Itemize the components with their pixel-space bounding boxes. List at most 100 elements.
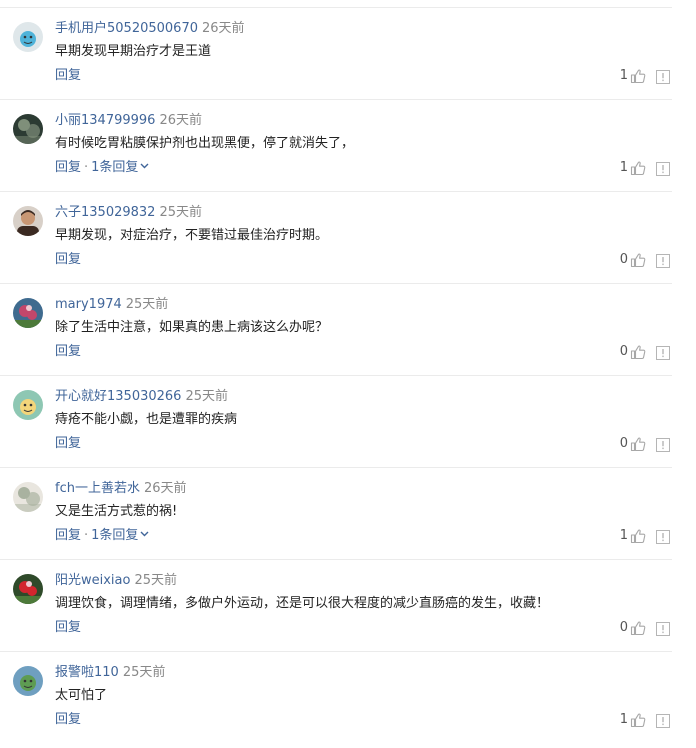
view-replies-button[interactable]: 1条回复 — [91, 160, 149, 175]
like-button[interactable]: 1 — [620, 527, 646, 545]
comment-username[interactable]: 开心就好135030266 — [55, 389, 181, 404]
comment-username[interactable]: fch一上善若水 — [55, 481, 140, 496]
comment-item: fch一上善若水 26天前 又是生活方式惹的祸! 回复 · 1条回复 1 — [0, 468, 672, 560]
comment-item: 六子135029832 25天前早期发现，对症治疗，不要错过最佳治疗时期。 回复 0 — [0, 192, 672, 284]
comment-meta: mary1974 25天前 — [55, 296, 168, 314]
comment-time: 26天前 — [201, 21, 245, 36]
chevron-down-icon[interactable] — [138, 160, 149, 175]
comment-meta: 手机用户50520500670 26天前 — [55, 20, 245, 38]
comment-time: 26天前 — [159, 113, 202, 128]
comment-username[interactable]: 阳光weixiao — [55, 573, 130, 588]
reply-button[interactable]: 回复 — [55, 528, 81, 543]
comment-username[interactable]: mary1974 — [55, 297, 122, 312]
report-icon[interactable] — [656, 621, 670, 636]
comment-actions: 回复 — [55, 251, 81, 269]
report-icon[interactable] — [656, 345, 670, 360]
comment-username[interactable]: 六子135029832 — [55, 205, 155, 220]
comment-time: 26天前 — [143, 481, 187, 496]
comment-actions: 回复 · 1条回复 — [55, 159, 149, 177]
report-icon[interactable] — [656, 161, 670, 176]
thumbs-up-icon[interactable] — [630, 528, 646, 544]
comment-actions: 回复 — [55, 711, 81, 729]
chevron-down-icon[interactable] — [138, 528, 149, 543]
comment-meta: 六子135029832 25天前 — [55, 204, 202, 222]
avatar-flower-icon[interactable] — [13, 574, 43, 604]
comment-time: 25天前 — [134, 573, 178, 588]
comment-time: 25天前 — [185, 389, 228, 404]
like-count: 1 — [619, 528, 628, 543]
avatar-photo-icon[interactable] — [13, 482, 43, 512]
comment-username[interactable]: 小丽134799996 — [55, 113, 155, 128]
comment-actions: 回复 — [55, 435, 81, 453]
comment-list: 手机用户50520500670 26天前 早期发现早期治疗才是王道 回复 1 小丽1347… — [0, 8, 672, 743]
comment-item: 报警啦110 25天前 太可怕了 回复 1 — [0, 652, 672, 743]
avatar-photo-icon[interactable] — [13, 114, 43, 144]
comment-text: 早期发现，对症治疗，不要错过最佳治疗时期。 — [55, 228, 329, 243]
comment-meta: 阳光weixiao 25天前 — [55, 572, 177, 590]
comment-meta: fch一上善若水 26天前 — [55, 480, 187, 498]
reply-count[interactable]: 1条回复 — [91, 160, 138, 175]
reply-button[interactable]: 回复 — [55, 344, 81, 359]
comment-time: 25天前 — [122, 665, 166, 680]
comment-actions: 回复 — [55, 67, 81, 85]
thumbs-up-icon[interactable] — [630, 160, 646, 176]
comment-item: 阳光weixiao 25天前调理饮食，调理情绪，多做户外运动，还是可以很大程度的减… — [0, 560, 672, 652]
avatar-person-icon[interactable] — [13, 206, 43, 236]
like-count: 0 — [619, 344, 628, 359]
comment-text: 早期发现早期治疗才是王道 — [55, 44, 212, 59]
like-button[interactable]: 0 — [620, 435, 646, 453]
like-button[interactable]: 1 — [620, 711, 646, 729]
like-count: 1 — [619, 160, 628, 175]
comment-username[interactable]: 手机用户50520500670 — [55, 21, 198, 36]
thumbs-up-icon[interactable] — [630, 252, 646, 268]
comment-text: 有时候吃胃粘膜保护剂也出现黑便，停了就消失了， — [55, 136, 355, 151]
thumbs-up-icon[interactable] — [630, 712, 646, 728]
comment-item: 开心就好135030266 25天前痔疮不能小觑，也是遭罪的疾病 回复 0 — [0, 376, 672, 468]
thumbs-up-icon[interactable] — [630, 68, 646, 84]
view-replies-button[interactable]: 1条回复 — [91, 528, 149, 543]
separator: · — [84, 528, 89, 543]
comment-meta: 开心就好135030266 25天前 — [55, 388, 228, 406]
comment-username[interactable]: 报警啦110 — [55, 665, 119, 680]
reply-button[interactable]: 回复 — [55, 436, 81, 451]
comment-text: 又是生活方式惹的祸! — [55, 504, 178, 519]
thumbs-up-icon[interactable] — [630, 344, 646, 360]
report-icon[interactable] — [656, 69, 670, 84]
avatar-cartoon-icon[interactable] — [13, 666, 43, 696]
comment-text: 痔疮不能小觑，也是遭罪的疾病 — [55, 412, 238, 427]
report-icon[interactable] — [656, 529, 670, 544]
reply-count[interactable]: 1条回复 — [91, 528, 138, 543]
like-count: 0 — [619, 620, 628, 635]
report-icon[interactable] — [656, 713, 670, 728]
reply-button[interactable]: 回复 — [55, 68, 81, 83]
comment-item: mary1974 25天前 除了生活中注意，如果真的患上病该这么办呢？ 回复 0 — [0, 284, 672, 376]
reply-button[interactable]: 回复 — [55, 252, 81, 267]
comment-time: 25天前 — [125, 297, 169, 312]
like-count: 1 — [619, 712, 628, 727]
reply-button[interactable]: 回复 — [55, 160, 81, 175]
thumbs-up-icon[interactable] — [630, 436, 646, 452]
report-icon[interactable] — [656, 437, 670, 452]
comment-actions: 回复 — [55, 619, 81, 637]
like-button[interactable]: 1 — [620, 159, 646, 177]
report-icon[interactable] — [656, 253, 670, 268]
avatar-flower-icon[interactable] — [13, 298, 43, 328]
avatar-cartoon-icon[interactable] — [13, 22, 43, 52]
comment-meta: 报警啦110 25天前 — [55, 664, 165, 682]
like-button[interactable]: 0 — [620, 343, 646, 361]
thumbs-up-icon[interactable] — [630, 620, 646, 636]
avatar-cartoon-icon[interactable] — [13, 390, 43, 420]
like-count: 0 — [619, 436, 628, 451]
reply-button[interactable]: 回复 — [55, 712, 81, 727]
comment-time: 25天前 — [159, 205, 202, 220]
comment-item: 手机用户50520500670 26天前 早期发现早期治疗才是王道 回复 1 — [0, 8, 672, 100]
like-button[interactable]: 0 — [620, 619, 646, 637]
comment-item: 小丽134799996 26天前有时候吃胃粘膜保护剂也出现黑便，停了就消失了， 回复… — [0, 100, 672, 192]
comment-text: 调理饮食，调理情绪，多做户外运动，还是可以很大程度的减少直肠癌的发生，收藏！ — [55, 596, 550, 611]
comment-actions: 回复 — [55, 343, 81, 361]
like-button[interactable]: 0 — [620, 251, 646, 269]
like-button[interactable]: 1 — [620, 67, 646, 85]
like-count: 0 — [619, 252, 628, 267]
comment-meta: 小丽134799996 26天前 — [55, 112, 202, 130]
reply-button[interactable]: 回复 — [55, 620, 81, 635]
